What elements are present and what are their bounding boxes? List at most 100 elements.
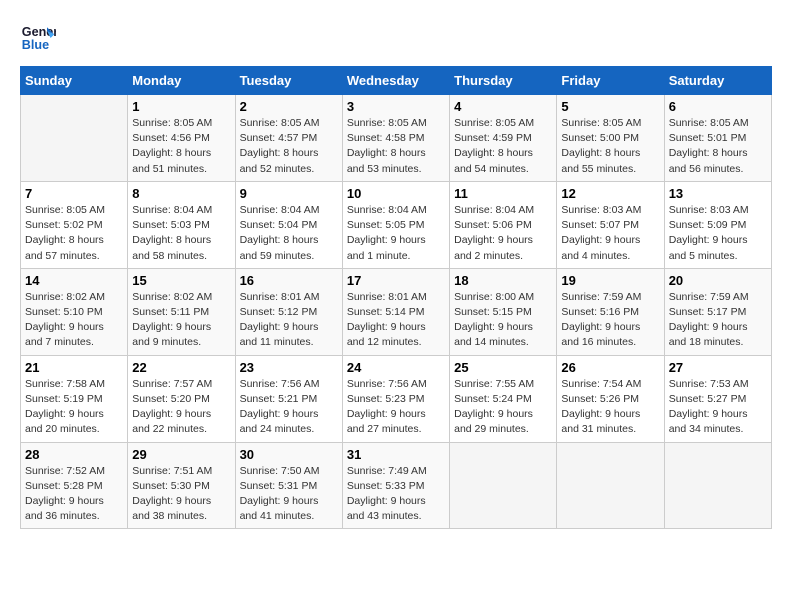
day-number: 3 [347, 99, 445, 114]
day-info: Sunrise: 7:50 AMSunset: 5:31 PMDaylight:… [240, 464, 338, 525]
calendar-cell: 9Sunrise: 8:04 AMSunset: 5:04 PMDaylight… [235, 181, 342, 268]
calendar-cell: 24Sunrise: 7:56 AMSunset: 5:23 PMDayligh… [342, 355, 449, 442]
calendar-cell: 14 Sunrise: 8:02 AMSunset: 5:10 PMDayligh… [21, 268, 128, 355]
day-number: 26 [561, 360, 659, 375]
calendar-cell: 27 Sunrise: 7:53 AMSunset: 5:27 PMDayligh… [664, 355, 771, 442]
calendar-cell: 18 Sunrise: 8:00 AMSunset: 5:15 PMDayligh… [450, 268, 557, 355]
calendar-cell: 12 Sunrise: 8:03 AMSunset: 5:07 PMDayligh… [557, 181, 664, 268]
day-number: 23 [240, 360, 338, 375]
calendar-week-row: 21 Sunrise: 7:58 AMSunset: 5:19 PMDayligh… [21, 355, 772, 442]
calendar-cell: 20Sunrise: 7:59 AMSunset: 5:17 PMDayligh… [664, 268, 771, 355]
calendar-cell: 11 Sunrise: 8:04 AMSunset: 5:06 PMDayligh… [450, 181, 557, 268]
calendar-cell: 21 Sunrise: 7:58 AMSunset: 5:19 PMDayligh… [21, 355, 128, 442]
day-info: Sunrise: 8:03 AMSunset: 5:09 PMDaylight:… [669, 203, 767, 264]
day-number: 28 [25, 447, 123, 462]
calendar-cell: 1 Sunrise: 8:05 AMSunset: 4:56 PMDaylight… [128, 95, 235, 182]
day-info: Sunrise: 8:04 AMSunset: 5:05 PMDaylight:… [347, 203, 445, 264]
day-number: 18 [454, 273, 552, 288]
day-info: Sunrise: 8:05 AMSunset: 4:56 PMDaylight:… [132, 116, 230, 177]
calendar-cell: 5 Sunrise: 8:05 AMSunset: 5:00 PMDaylight… [557, 95, 664, 182]
calendar-cell [557, 442, 664, 529]
calendar-cell: 8Sunrise: 8:04 AMSunset: 5:03 PMDaylight… [128, 181, 235, 268]
day-info: Sunrise: 7:57 AMSunset: 5:20 PMDaylight:… [132, 377, 230, 438]
day-number: 10 [347, 186, 445, 201]
day-number: 6 [669, 99, 767, 114]
day-info: Sunrise: 8:04 AMSunset: 5:03 PMDaylight:… [132, 203, 230, 264]
day-info: Sunrise: 7:55 AMSunset: 5:24 PMDaylight:… [454, 377, 552, 438]
calendar-cell: 19 Sunrise: 7:59 AMSunset: 5:16 PMDayligh… [557, 268, 664, 355]
calendar-cell [450, 442, 557, 529]
day-number: 14 [25, 273, 123, 288]
weekday-header-saturday: Saturday [664, 67, 771, 95]
day-info: Sunrise: 8:01 AMSunset: 5:12 PMDaylight:… [240, 290, 338, 351]
day-number: 19 [561, 273, 659, 288]
day-number: 16 [240, 273, 338, 288]
day-info: Sunrise: 8:00 AMSunset: 5:15 PMDaylight:… [454, 290, 552, 351]
calendar-cell: 28 Sunrise: 7:52 AMSunset: 5:28 PMDayligh… [21, 442, 128, 529]
day-info: Sunrise: 7:53 AMSunset: 5:27 PMDaylight:… [669, 377, 767, 438]
calendar-cell: 15 Sunrise: 8:02 AMSunset: 5:11 PMDayligh… [128, 268, 235, 355]
day-number: 24 [347, 360, 445, 375]
day-number: 15 [132, 273, 230, 288]
day-info: Sunrise: 7:54 AMSunset: 5:26 PMDaylight:… [561, 377, 659, 438]
weekday-header-row: SundayMondayTuesdayWednesdayThursdayFrid… [21, 67, 772, 95]
calendar-cell: 25 Sunrise: 7:55 AMSunset: 5:24 PMDayligh… [450, 355, 557, 442]
calendar-week-row: 7Sunrise: 8:05 AMSunset: 5:02 PMDaylight… [21, 181, 772, 268]
day-info: Sunrise: 7:58 AMSunset: 5:19 PMDaylight:… [25, 377, 123, 438]
day-info: Sunrise: 8:05 AMSunset: 4:57 PMDaylight:… [240, 116, 338, 177]
calendar-week-row: 1 Sunrise: 8:05 AMSunset: 4:56 PMDaylight… [21, 95, 772, 182]
day-number: 2 [240, 99, 338, 114]
day-info: Sunrise: 7:52 AMSunset: 5:28 PMDaylight:… [25, 464, 123, 525]
calendar-week-row: 28 Sunrise: 7:52 AMSunset: 5:28 PMDayligh… [21, 442, 772, 529]
day-number: 29 [132, 447, 230, 462]
day-number: 30 [240, 447, 338, 462]
day-number: 27 [669, 360, 767, 375]
day-number: 4 [454, 99, 552, 114]
calendar-cell: 3 Sunrise: 8:05 AMSunset: 4:58 PMDaylight… [342, 95, 449, 182]
logo-icon: General Blue [20, 20, 56, 56]
day-number: 7 [25, 186, 123, 201]
day-info: Sunrise: 7:51 AMSunset: 5:30 PMDaylight:… [132, 464, 230, 525]
day-number: 20 [669, 273, 767, 288]
calendar-cell: 7Sunrise: 8:05 AMSunset: 5:02 PMDaylight… [21, 181, 128, 268]
day-info: Sunrise: 8:02 AMSunset: 5:10 PMDaylight:… [25, 290, 123, 351]
day-number: 21 [25, 360, 123, 375]
page-header: General Blue [20, 20, 772, 56]
day-number: 31 [347, 447, 445, 462]
calendar-cell: 10 Sunrise: 8:04 AMSunset: 5:05 PMDayligh… [342, 181, 449, 268]
day-info: Sunrise: 8:01 AMSunset: 5:14 PMDaylight:… [347, 290, 445, 351]
day-info: Sunrise: 8:04 AMSunset: 5:06 PMDaylight:… [454, 203, 552, 264]
day-info: Sunrise: 8:05 AMSunset: 5:00 PMDaylight:… [561, 116, 659, 177]
svg-text:Blue: Blue [22, 38, 49, 52]
day-number: 9 [240, 186, 338, 201]
day-number: 5 [561, 99, 659, 114]
weekday-header-wednesday: Wednesday [342, 67, 449, 95]
day-info: Sunrise: 8:03 AMSunset: 5:07 PMDaylight:… [561, 203, 659, 264]
day-info: Sunrise: 7:56 AMSunset: 5:21 PMDaylight:… [240, 377, 338, 438]
calendar-cell: 17 Sunrise: 8:01 AMSunset: 5:14 PMDayligh… [342, 268, 449, 355]
calendar-cell: 30 Sunrise: 7:50 AMSunset: 5:31 PMDayligh… [235, 442, 342, 529]
calendar-cell [21, 95, 128, 182]
calendar-cell: 16 Sunrise: 8:01 AMSunset: 5:12 PMDayligh… [235, 268, 342, 355]
calendar-cell: 31 Sunrise: 7:49 AMSunset: 5:33 PMDayligh… [342, 442, 449, 529]
day-number: 11 [454, 186, 552, 201]
day-number: 12 [561, 186, 659, 201]
day-number: 22 [132, 360, 230, 375]
day-number: 13 [669, 186, 767, 201]
day-info: Sunrise: 8:05 AMSunset: 4:58 PMDaylight:… [347, 116, 445, 177]
calendar-cell: 29 Sunrise: 7:51 AMSunset: 5:30 PMDayligh… [128, 442, 235, 529]
day-number: 1 [132, 99, 230, 114]
day-info: Sunrise: 7:49 AMSunset: 5:33 PMDaylight:… [347, 464, 445, 525]
calendar-cell: 13 Sunrise: 8:03 AMSunset: 5:09 PMDayligh… [664, 181, 771, 268]
weekday-header-tuesday: Tuesday [235, 67, 342, 95]
day-number: 25 [454, 360, 552, 375]
day-info: Sunrise: 8:02 AMSunset: 5:11 PMDaylight:… [132, 290, 230, 351]
calendar-cell: 23 Sunrise: 7:56 AMSunset: 5:21 PMDayligh… [235, 355, 342, 442]
weekday-header-sunday: Sunday [21, 67, 128, 95]
day-info: Sunrise: 8:05 AMSunset: 4:59 PMDaylight:… [454, 116, 552, 177]
calendar-cell: 4 Sunrise: 8:05 AMSunset: 4:59 PMDaylight… [450, 95, 557, 182]
calendar-week-row: 14 Sunrise: 8:02 AMSunset: 5:10 PMDayligh… [21, 268, 772, 355]
day-info: Sunrise: 7:59 AMSunset: 5:16 PMDaylight:… [561, 290, 659, 351]
calendar-cell: 22 Sunrise: 7:57 AMSunset: 5:20 PMDayligh… [128, 355, 235, 442]
day-number: 17 [347, 273, 445, 288]
